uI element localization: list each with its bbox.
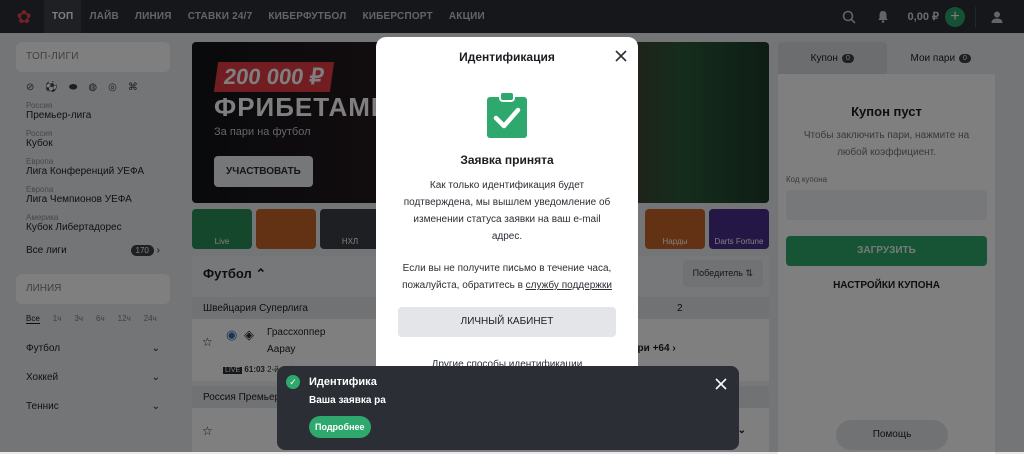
identification-modal: Идентификация Заявка принята Как только … bbox=[376, 37, 638, 404]
support-link[interactable]: службу поддержки bbox=[526, 280, 612, 291]
notification-toast: ✓ Идентифика Ваша заявка ра Подробнее bbox=[277, 366, 739, 450]
modal-text: Как только идентификация будет подтвержд… bbox=[403, 180, 611, 242]
personal-account-button[interactable]: ЛИЧНЫЙ КАБИНЕТ bbox=[398, 307, 616, 337]
toast-title: Идентифика bbox=[309, 376, 377, 388]
close-icon[interactable] bbox=[614, 49, 628, 63]
check-circle-icon: ✓ bbox=[286, 375, 300, 389]
modal-support-text: Если вы не получите письмо в течение час… bbox=[398, 260, 616, 294]
toast-text: Ваша заявка ра bbox=[309, 395, 386, 406]
modal-title: Идентификация bbox=[459, 50, 555, 64]
details-button[interactable]: Подробнее bbox=[309, 416, 371, 438]
clipboard-check-icon bbox=[485, 91, 529, 139]
close-icon[interactable] bbox=[715, 377, 727, 390]
modal-heading: Заявка принята bbox=[460, 153, 554, 167]
